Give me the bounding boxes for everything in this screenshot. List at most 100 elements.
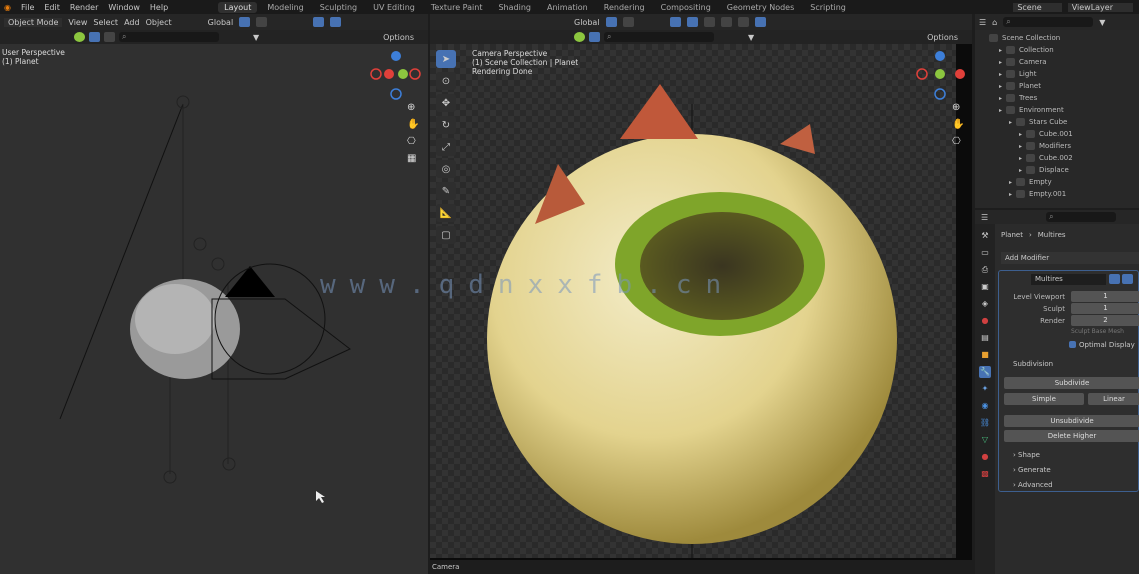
- zoom-icon[interactable]: ⊕: [952, 102, 964, 113]
- proportional-edit-icon[interactable]: [622, 17, 634, 27]
- collection-tab-icon[interactable]: ▤: [979, 332, 991, 344]
- measure-tool-icon[interactable]: 📐: [436, 204, 456, 222]
- menu-object[interactable]: Object: [146, 18, 172, 27]
- search-input[interactable]: ⌕: [604, 32, 714, 42]
- snap-icon[interactable]: [239, 17, 251, 27]
- rotate-tool-icon[interactable]: ↻: [436, 116, 456, 134]
- workspace-tab[interactable]: Texture Paint: [425, 2, 489, 13]
- data-tab-icon[interactable]: ▽: [979, 434, 991, 446]
- output-tab-icon[interactable]: ⎙: [979, 264, 991, 276]
- add-modifier-button[interactable]: Add Modifier: [1001, 252, 1139, 264]
- world-tab-icon[interactable]: ●: [979, 315, 991, 327]
- snap-icon[interactable]: [605, 17, 617, 27]
- outliner-item[interactable]: ▸ Stars Cube: [989, 116, 1139, 128]
- options-button[interactable]: Options: [383, 33, 414, 42]
- outliner-item[interactable]: ▸ Camera: [989, 56, 1139, 68]
- orientation-selector[interactable]: Global: [574, 18, 600, 27]
- view-layer-tab-icon[interactable]: ▣: [979, 281, 991, 293]
- shape-subpanel[interactable]: › Shape: [1013, 451, 1040, 459]
- texture-tab-icon[interactable]: ▩: [979, 468, 991, 480]
- outliner-item[interactable]: ▸ Light: [989, 68, 1139, 80]
- simple-button[interactable]: Simple: [1004, 393, 1084, 405]
- show-viewport-icon[interactable]: [1122, 274, 1133, 284]
- outliner-item[interactable]: ▸ Displace: [989, 164, 1139, 176]
- workspace-tab[interactable]: Shading: [492, 2, 537, 13]
- show-editmode-icon[interactable]: [1109, 274, 1120, 284]
- level-field[interactable]: 1: [1071, 291, 1139, 302]
- blender-logo-icon[interactable]: ◉: [4, 3, 11, 12]
- gizmo-icon[interactable]: [669, 17, 681, 27]
- scene-tab-icon[interactable]: ◈: [979, 298, 991, 310]
- outliner-item[interactable]: ▸ Cube.001: [989, 128, 1139, 140]
- gizmo-icon[interactable]: [313, 17, 325, 27]
- outliner-search[interactable]: ⌕: [1003, 17, 1094, 27]
- modifier-name-field[interactable]: Multires: [1031, 274, 1106, 285]
- shading-solid-icon[interactable]: [737, 17, 749, 27]
- filter-icon[interactable]: ▼: [1099, 18, 1105, 27]
- zoom-icon[interactable]: ⊕: [407, 102, 419, 113]
- options-button[interactable]: Options: [927, 33, 958, 42]
- workspace-tab[interactable]: Geometry Nodes: [721, 2, 800, 13]
- tool-tab-icon[interactable]: ⚒: [979, 230, 991, 242]
- workspace-tab[interactable]: Modeling: [261, 2, 309, 13]
- mode-selector[interactable]: Object Mode: [4, 17, 63, 27]
- render-tab-icon[interactable]: ▭: [979, 247, 991, 259]
- outliner-item[interactable]: ▸ Environment: [989, 104, 1139, 116]
- menu-file[interactable]: File: [21, 3, 34, 12]
- delete-higher-button[interactable]: Delete Higher: [1004, 430, 1139, 442]
- modifier-tab-icon[interactable]: 🔧: [979, 366, 991, 378]
- menu-view[interactable]: View: [68, 18, 87, 27]
- advanced-subpanel[interactable]: › Advanced: [1013, 481, 1053, 489]
- filter-icon[interactable]: [89, 32, 100, 42]
- shading-wireframe-icon[interactable]: [720, 17, 732, 27]
- object-tab-icon[interactable]: ■: [979, 349, 991, 361]
- menu-help[interactable]: Help: [150, 3, 168, 12]
- left-viewport[interactable]: User Perspective (1) Planet ⊕ ✋ ⎔ ▦: [0, 44, 428, 574]
- workspace-tab[interactable]: Scripting: [804, 2, 852, 13]
- generate-subpanel[interactable]: › Generate: [1013, 466, 1051, 474]
- material-tab-icon[interactable]: ●: [979, 451, 991, 463]
- view-layer-selector[interactable]: ViewLayer: [1067, 2, 1133, 12]
- outliner-root[interactable]: Scene Collection: [989, 32, 1139, 44]
- camera-view-icon[interactable]: ⎔: [407, 136, 419, 147]
- linear-button[interactable]: Linear: [1088, 393, 1139, 405]
- workspace-tab[interactable]: Rendering: [598, 2, 651, 13]
- select-tool-icon[interactable]: ➤: [436, 50, 456, 68]
- overlay-icon[interactable]: [330, 17, 342, 27]
- outliner-item[interactable]: ▸ Trees: [989, 92, 1139, 104]
- workspace-tab[interactable]: UV Editing: [367, 2, 421, 13]
- workspace-tab[interactable]: Animation: [541, 2, 594, 13]
- filter-funnel-icon[interactable]: ▼: [748, 33, 754, 42]
- subdivide-button[interactable]: Subdivide: [1004, 377, 1139, 389]
- outliner-item[interactable]: ▸ Cube.002: [989, 152, 1139, 164]
- scale-tool-icon[interactable]: ⤢: [436, 138, 456, 156]
- editor-type-icon[interactable]: ☰: [979, 18, 986, 27]
- shading-icon[interactable]: [574, 32, 585, 42]
- pan-hand-icon[interactable]: ✋: [407, 119, 419, 130]
- outliner-item[interactable]: ▸ Collection: [989, 44, 1139, 56]
- workspace-tab[interactable]: Sculpting: [314, 2, 363, 13]
- sculpt-base-mesh-checkbox[interactable]: Sculpt Base Mesh: [1071, 328, 1124, 335]
- cursor-tool-icon[interactable]: ⊙: [436, 72, 456, 90]
- scene-selector[interactable]: Scene: [1013, 2, 1062, 12]
- outliner-item[interactable]: ▸ Empty.001: [989, 188, 1139, 200]
- display-mode-icon[interactable]: ⌂: [992, 18, 997, 27]
- pan-hand-icon[interactable]: ✋: [952, 119, 964, 130]
- shading-icon[interactable]: [74, 32, 85, 42]
- shading-rendered-icon[interactable]: [754, 17, 766, 27]
- outliner-item[interactable]: ▸ Planet: [989, 80, 1139, 92]
- menu-window[interactable]: Window: [108, 3, 140, 12]
- xray-icon[interactable]: [703, 17, 715, 27]
- properties-search[interactable]: ⌕: [1046, 212, 1117, 222]
- filter-icon[interactable]: [104, 32, 115, 42]
- move-tool-icon[interactable]: ✥: [436, 94, 456, 112]
- editor-type-icon[interactable]: ☰: [981, 213, 988, 222]
- workspace-tab[interactable]: Compositing: [655, 2, 717, 13]
- physics-tab-icon[interactable]: ◉: [979, 400, 991, 412]
- grid-icon[interactable]: ▦: [407, 153, 419, 164]
- outliner-item[interactable]: ▸ Modifiers: [989, 140, 1139, 152]
- level-field[interactable]: 2: [1071, 315, 1139, 326]
- optimal-display-checkbox[interactable]: Optimal Display: [1069, 341, 1135, 349]
- menu-add[interactable]: Add: [124, 18, 140, 27]
- camera-view-icon[interactable]: ⎔: [952, 136, 964, 147]
